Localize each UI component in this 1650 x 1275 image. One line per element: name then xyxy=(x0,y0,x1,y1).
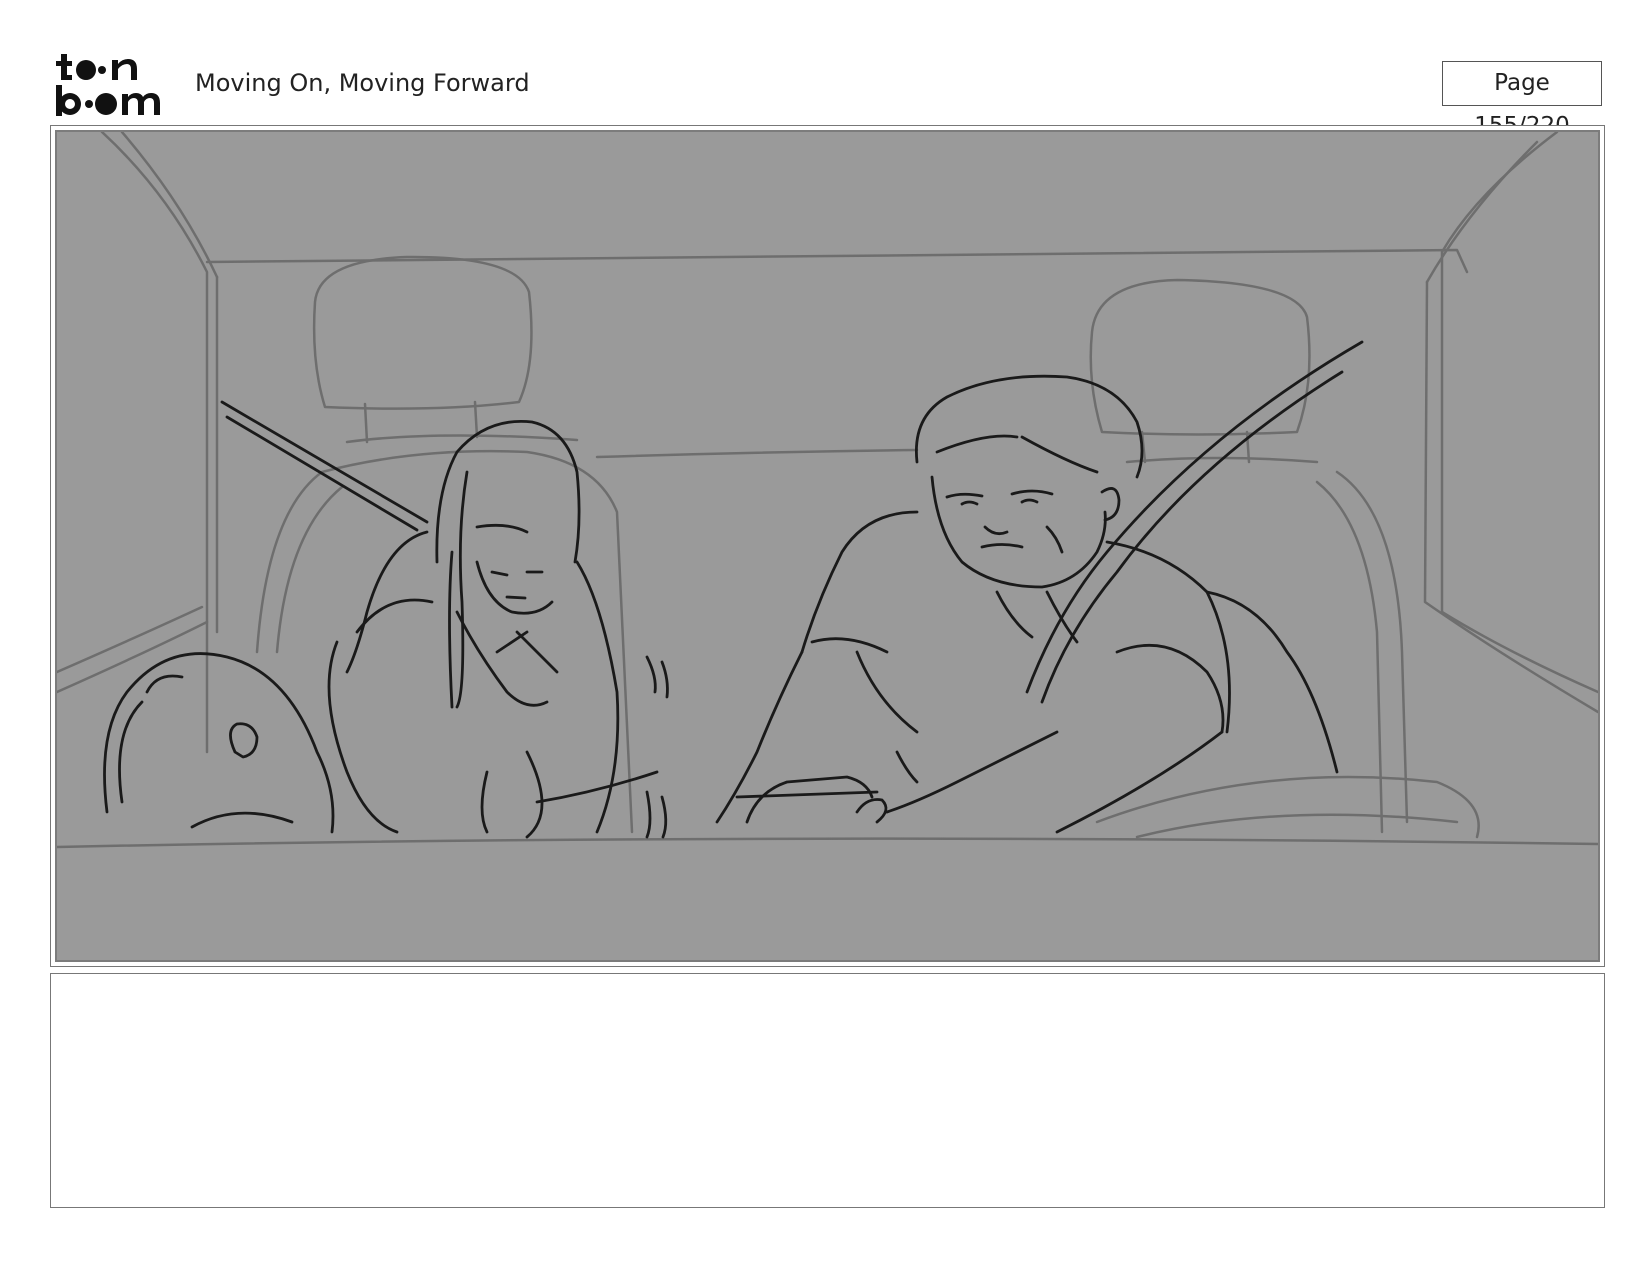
storyboard-panel-drawing xyxy=(55,130,1600,962)
page-number: Page 155/220 xyxy=(1442,61,1602,139)
characters-sketch xyxy=(103,340,1364,839)
panel-notes-box xyxy=(50,973,1605,1208)
car-interior-sketch xyxy=(57,132,1598,849)
toon-boom-logo xyxy=(56,54,160,116)
document-title: Moving On, Moving Forward xyxy=(195,69,530,97)
